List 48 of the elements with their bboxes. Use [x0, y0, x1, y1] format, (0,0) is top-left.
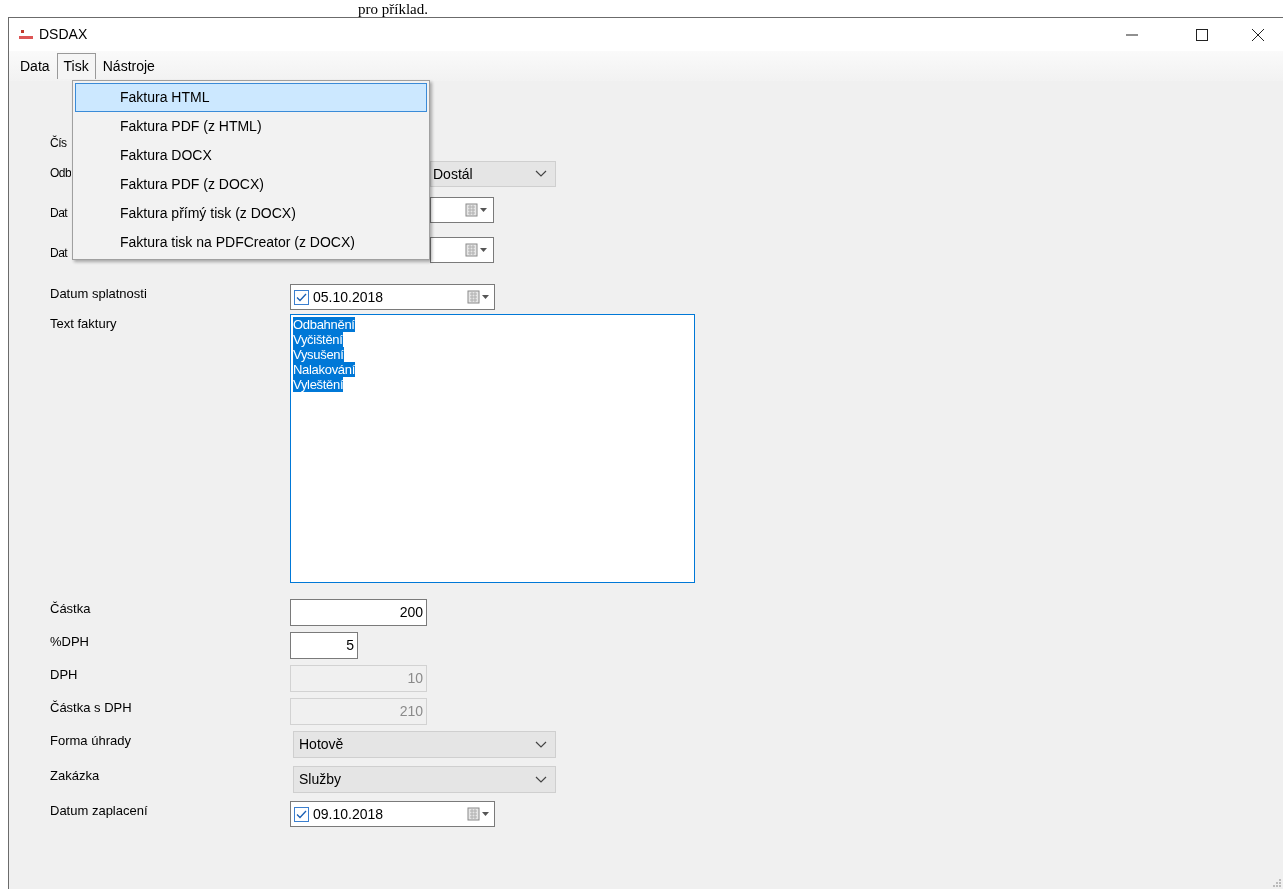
field-label: DPH — [50, 666, 79, 684]
calendar-dropdown-icon[interactable] — [465, 203, 489, 217]
field-label: Dat — [50, 205, 69, 222]
menu-option[interactable]: Faktura tisk na PDFCreator (z DOCX) — [75, 228, 427, 257]
number-field[interactable]: 200 — [290, 599, 427, 626]
close-icon — [1252, 28, 1264, 41]
field-label: %DPH — [50, 633, 90, 651]
chevron-down-icon — [535, 170, 547, 178]
calendar-dropdown-icon[interactable] — [467, 290, 491, 304]
field-label: Text faktury — [50, 315, 118, 333]
window-title: DSDAX — [39, 25, 89, 44]
dropdown-field[interactable]: Hotově — [293, 731, 556, 758]
menu-item[interactable]: Nástroje — [95, 53, 162, 79]
field-label: Forma úhrady — [50, 732, 132, 750]
menu-option[interactable]: Faktura DOCX — [75, 141, 427, 170]
date-picker-field[interactable] — [430, 197, 494, 223]
resize-grip-icon — [1273, 879, 1281, 887]
date-picker-field[interactable]: 05.10.2018 — [290, 284, 495, 310]
text-area[interactable]: Odbahnění Vyčištění Vysušení Nalakování Vyleštění — [290, 314, 695, 583]
field-label: Částka — [50, 600, 92, 618]
dropdown-field[interactable]: Služby — [293, 766, 556, 793]
field-label: Datum splatnosti — [50, 285, 148, 303]
menu-option[interactable]: Faktura PDF (z DOCX) — [75, 170, 427, 199]
menu-option[interactable]: Faktura HTML — [75, 83, 427, 112]
minimize-icon — [1126, 33, 1138, 36]
menu-option[interactable]: Faktura PDF (z HTML) — [75, 112, 427, 141]
chevron-down-icon — [535, 775, 547, 784]
date-picker-field[interactable]: 09.10.2018 — [290, 801, 495, 827]
field-label: Čís — [50, 134, 68, 152]
checkbox[interactable] — [294, 806, 309, 822]
field-label: Dat — [50, 245, 69, 262]
app-icon — [19, 29, 33, 40]
checkbox[interactable] — [294, 289, 309, 305]
chevron-down-icon — [535, 740, 547, 749]
menu-option[interactable]: Faktura přímý tisk (z DOCX) — [75, 199, 427, 228]
menu-item[interactable]: Data — [13, 53, 57, 79]
field-label: Odb — [50, 165, 71, 182]
date-picker-field[interactable] — [430, 237, 494, 263]
dropdown-field[interactable]: Dostál — [430, 161, 556, 187]
menu-item[interactable]: Tisk — [56, 53, 96, 79]
number-field[interactable]: 5 — [290, 632, 358, 659]
field-label: Zakázka — [50, 767, 101, 785]
maximize-icon — [1196, 28, 1208, 41]
page-text: pro příklad. — [358, 2, 428, 17]
calendar-dropdown-icon[interactable] — [465, 243, 489, 257]
field-label: Částka s DPH — [50, 699, 133, 717]
calendar-dropdown-icon[interactable] — [467, 807, 491, 821]
field-label: Datum zaplacení — [50, 802, 149, 820]
